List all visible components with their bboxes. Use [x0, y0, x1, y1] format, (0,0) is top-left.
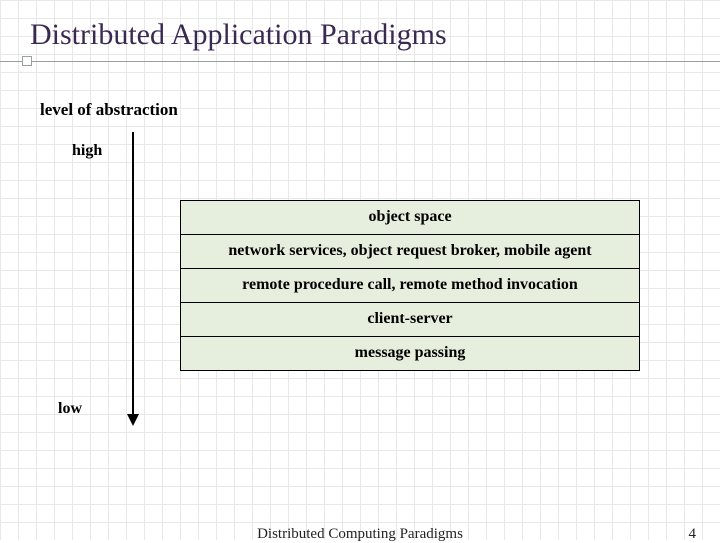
layer-message-passing: message passing — [181, 337, 639, 370]
slide-title: Distributed Application Paradigms — [30, 18, 690, 52]
label-high: high — [72, 142, 102, 160]
footer-title: Distributed Computing Paradigms — [0, 526, 720, 543]
layer-rpc-rmi: remote procedure call, remote method inv… — [181, 269, 639, 303]
paradigm-stack: object space network services, object re… — [180, 200, 640, 371]
page-number: 4 — [689, 526, 697, 543]
title-area: Distributed Application Paradigms — [30, 18, 690, 52]
axis-label: level of abstraction — [40, 100, 178, 120]
abstraction-arrow-icon — [132, 132, 134, 424]
label-low: low — [58, 400, 82, 418]
content-area: level of abstraction high low object spa… — [0, 70, 720, 500]
layer-client-server: client-server — [181, 303, 639, 337]
underline-line — [0, 61, 720, 62]
title-underline — [0, 60, 720, 63]
layer-network-services: network services, object request broker,… — [181, 235, 639, 269]
layer-object-space: object space — [181, 201, 639, 235]
underline-square-icon — [22, 56, 32, 66]
